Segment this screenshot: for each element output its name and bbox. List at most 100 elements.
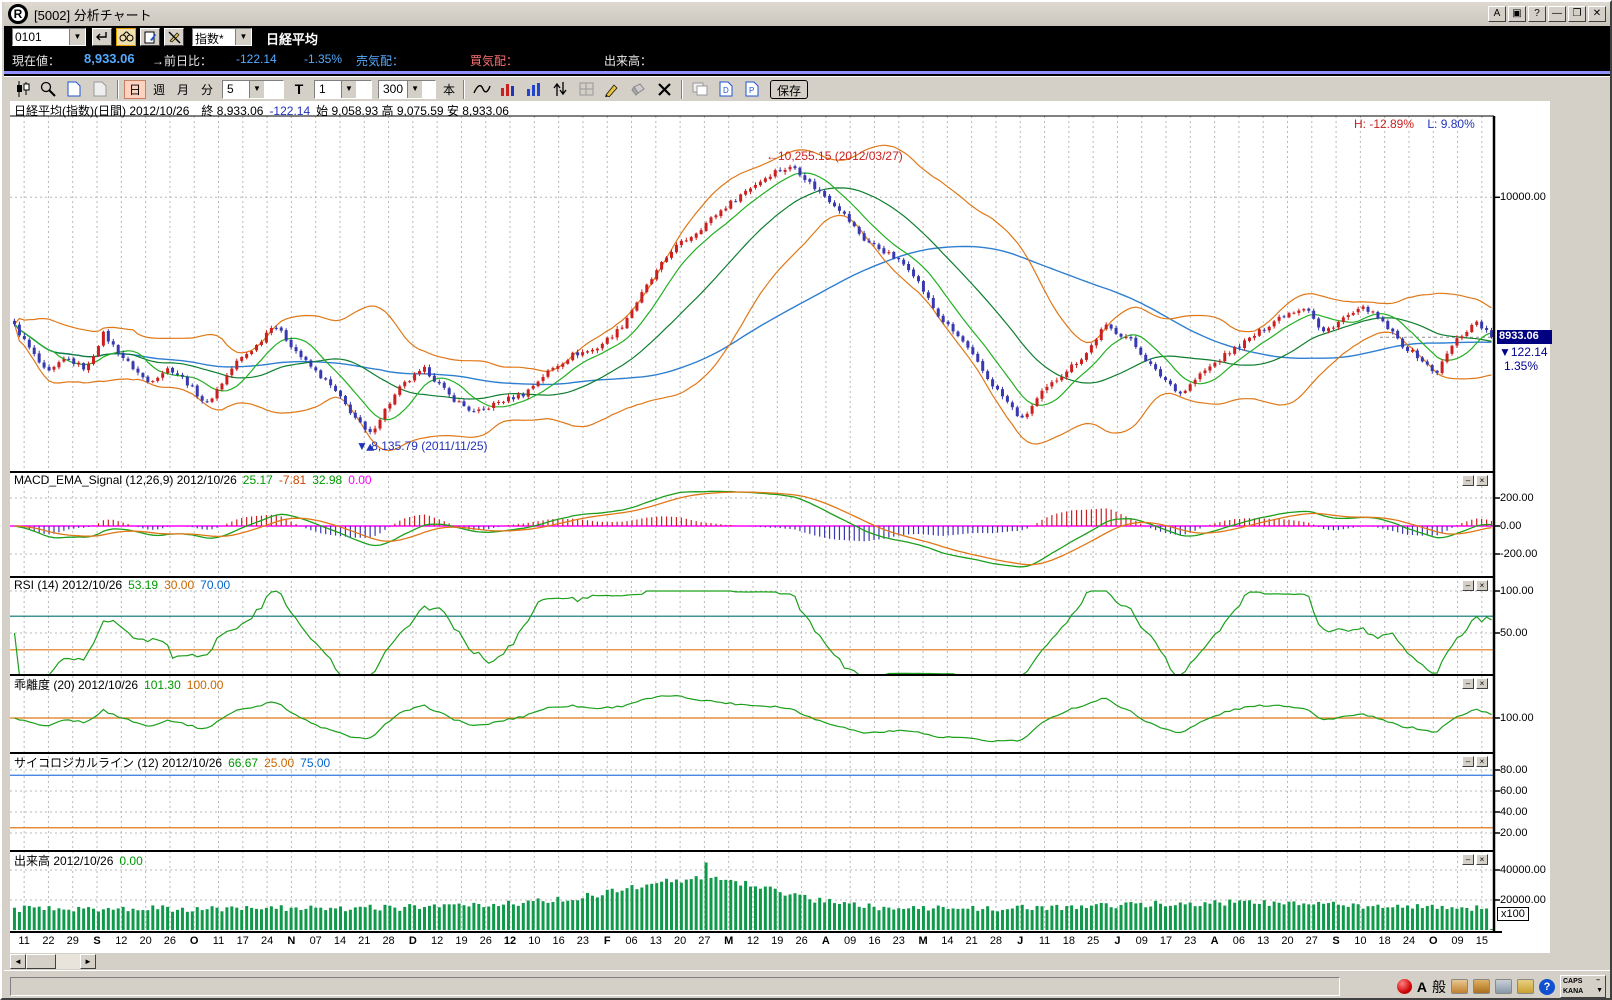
zoom-button[interactable] bbox=[36, 79, 60, 100]
ime-help-icon[interactable]: ? bbox=[1539, 979, 1555, 995]
ime-conversion-button[interactable]: 般 bbox=[1432, 977, 1446, 997]
svg-text:P: P bbox=[749, 86, 754, 95]
page-d-button[interactable]: D bbox=[714, 79, 738, 100]
period-month-button[interactable]: 月 bbox=[172, 80, 194, 99]
ime-toolbox-icon[interactable] bbox=[1473, 979, 1490, 994]
tick-count-dropdown-icon[interactable]: ▼ bbox=[341, 81, 356, 98]
minute-count-dropdown-icon[interactable]: ▼ bbox=[249, 81, 264, 98]
font-size-button[interactable]: A bbox=[1488, 6, 1506, 22]
maximize-button[interactable]: ❐ bbox=[1568, 6, 1586, 22]
binoculars-icon bbox=[119, 31, 134, 43]
tick-count-select[interactable]: 1 ▼ bbox=[314, 80, 372, 99]
panel-close-icon[interactable]: × bbox=[1476, 756, 1488, 767]
line-chart-button[interactable] bbox=[470, 79, 494, 100]
candlestick-mode-button[interactable] bbox=[10, 79, 34, 100]
status-bar: A 般 ? CAPS KANA –▼ bbox=[4, 970, 1610, 1000]
category-dropdown-icon[interactable]: ▼ bbox=[235, 29, 251, 45]
panel-minimize-icon[interactable]: – bbox=[1462, 580, 1474, 591]
no-pencil-icon bbox=[168, 31, 181, 44]
minimize-button[interactable]: — bbox=[1548, 6, 1566, 22]
x-axis-label: 06 bbox=[1233, 935, 1245, 947]
x-axis-label: O bbox=[1429, 935, 1438, 947]
header-part: 70.00 bbox=[200, 578, 230, 592]
scrollbar-thumb[interactable] bbox=[26, 954, 56, 969]
scroll-left-icon[interactable]: ◄ bbox=[10, 954, 26, 969]
panel-close-icon[interactable]: × bbox=[1476, 678, 1488, 689]
chart-canvas[interactable] bbox=[10, 101, 1550, 953]
symbol-code-input[interactable]: 0101 ▼ bbox=[12, 28, 86, 46]
bars-count-select[interactable]: 300 ▼ bbox=[378, 80, 436, 99]
ime-palette-icon[interactable] bbox=[1451, 979, 1468, 994]
x-axis-label: 26 bbox=[480, 935, 492, 947]
copy-page-button[interactable] bbox=[88, 79, 112, 100]
panel-minimize-icon[interactable]: – bbox=[1462, 475, 1474, 486]
grid-icon bbox=[579, 82, 594, 96]
x-axis-label: 19 bbox=[455, 935, 467, 947]
symbol-code-dropdown-icon[interactable]: ▼ bbox=[69, 29, 85, 45]
high-low-stats: H: -12.89% L: 9.80% bbox=[1354, 117, 1475, 131]
panel-close-icon[interactable]: × bbox=[1476, 854, 1488, 865]
header-part: 30.00 bbox=[164, 578, 194, 592]
header-part: 乖離度 (20) 2012/10/26 bbox=[14, 678, 138, 692]
panel-minimize-icon[interactable]: – bbox=[1462, 678, 1474, 689]
period-minute-button[interactable]: 分 bbox=[196, 80, 218, 99]
close-button[interactable]: ✕ bbox=[1588, 6, 1606, 22]
tick-button[interactable]: T bbox=[288, 80, 310, 99]
save-button[interactable]: 保存 bbox=[770, 80, 808, 99]
bars-count-dropdown-icon[interactable]: ▼ bbox=[407, 81, 422, 98]
header-part: 0.00 bbox=[348, 473, 371, 487]
caps-kana-indicator[interactable]: CAPS KANA –▼ bbox=[1560, 975, 1606, 998]
main-chart-header: 日経平均(指数)(日間) 2012/10/26 終 8,933.06-122.1… bbox=[14, 102, 515, 119]
x-axis-label: 17 bbox=[1160, 935, 1172, 947]
ime-pad-icon[interactable] bbox=[1495, 979, 1512, 994]
layout-button[interactable] bbox=[688, 79, 712, 100]
grid-button[interactable] bbox=[574, 79, 598, 100]
page-p-button[interactable]: P bbox=[740, 79, 764, 100]
y-axis-label: 80.00 bbox=[1500, 764, 1528, 776]
draw-button[interactable] bbox=[600, 79, 624, 100]
period-day-button[interactable]: 日 bbox=[124, 80, 146, 99]
header-part: -122.14 bbox=[269, 104, 310, 118]
chart-area[interactable]: 日経平均(指数)(日間) 2012/10/26 終 8,933.06-122.1… bbox=[10, 101, 1550, 953]
period-week-button[interactable]: 週 bbox=[148, 80, 170, 99]
search-button[interactable] bbox=[116, 28, 136, 46]
indicator-blue-button[interactable] bbox=[522, 79, 546, 100]
help-button[interactable]: ? bbox=[1528, 6, 1546, 22]
note-edit-icon bbox=[144, 31, 157, 44]
minute-count-value: 5 bbox=[223, 81, 249, 98]
panel-close-icon[interactable]: × bbox=[1476, 475, 1488, 486]
category-select[interactable]: 指数* ▼ bbox=[192, 28, 252, 46]
new-page-button[interactable] bbox=[62, 79, 86, 100]
app-window: R [5002] 分析チャート A ▣ ? — ❐ ✕ 0101 ▼ bbox=[0, 0, 1612, 1000]
register-button[interactable] bbox=[140, 28, 160, 46]
price-marker-percent: 1.35% bbox=[1504, 359, 1538, 373]
page-d-icon: D bbox=[719, 81, 733, 97]
horizontal-scrollbar[interactable]: ◄ ► bbox=[10, 954, 96, 969]
panel-minimize-icon[interactable]: – bbox=[1462, 854, 1474, 865]
panel-close-icon[interactable]: × bbox=[1476, 580, 1488, 591]
scroll-right-icon[interactable]: ► bbox=[80, 954, 96, 969]
erase-button[interactable] bbox=[626, 79, 650, 100]
window-style-button[interactable]: ▣ bbox=[1508, 6, 1526, 22]
ime-app-icon[interactable] bbox=[1397, 979, 1412, 994]
scrollbar-track[interactable] bbox=[56, 954, 80, 969]
blue-bars-icon bbox=[526, 82, 542, 97]
delete-all-button[interactable] bbox=[652, 79, 676, 100]
minute-count-select[interactable]: 5 ▼ bbox=[222, 80, 284, 99]
y-axis-label: 10000.00 bbox=[1500, 191, 1546, 203]
ime-toolbar: A 般 ? CAPS KANA –▼ bbox=[1397, 974, 1606, 999]
symbol-code-value: 0101 bbox=[13, 29, 69, 45]
page-p-icon: P bbox=[745, 81, 759, 97]
x-axis-label: 20 bbox=[1281, 935, 1293, 947]
toolbar-separator bbox=[463, 80, 465, 99]
x-axis-label: 09 bbox=[844, 935, 856, 947]
enter-button[interactable] bbox=[92, 28, 112, 46]
ime-mode-button[interactable]: A bbox=[1417, 979, 1427, 995]
panel-minimize-icon[interactable]: – bbox=[1462, 756, 1474, 767]
eraser-icon bbox=[630, 83, 646, 96]
ime-dictionary-icon[interactable] bbox=[1517, 979, 1534, 994]
clear-draw-button[interactable] bbox=[164, 28, 184, 46]
candlestick-icon bbox=[14, 81, 31, 97]
sort-arrows-button[interactable] bbox=[548, 79, 572, 100]
indicator-red-button[interactable] bbox=[496, 79, 520, 100]
